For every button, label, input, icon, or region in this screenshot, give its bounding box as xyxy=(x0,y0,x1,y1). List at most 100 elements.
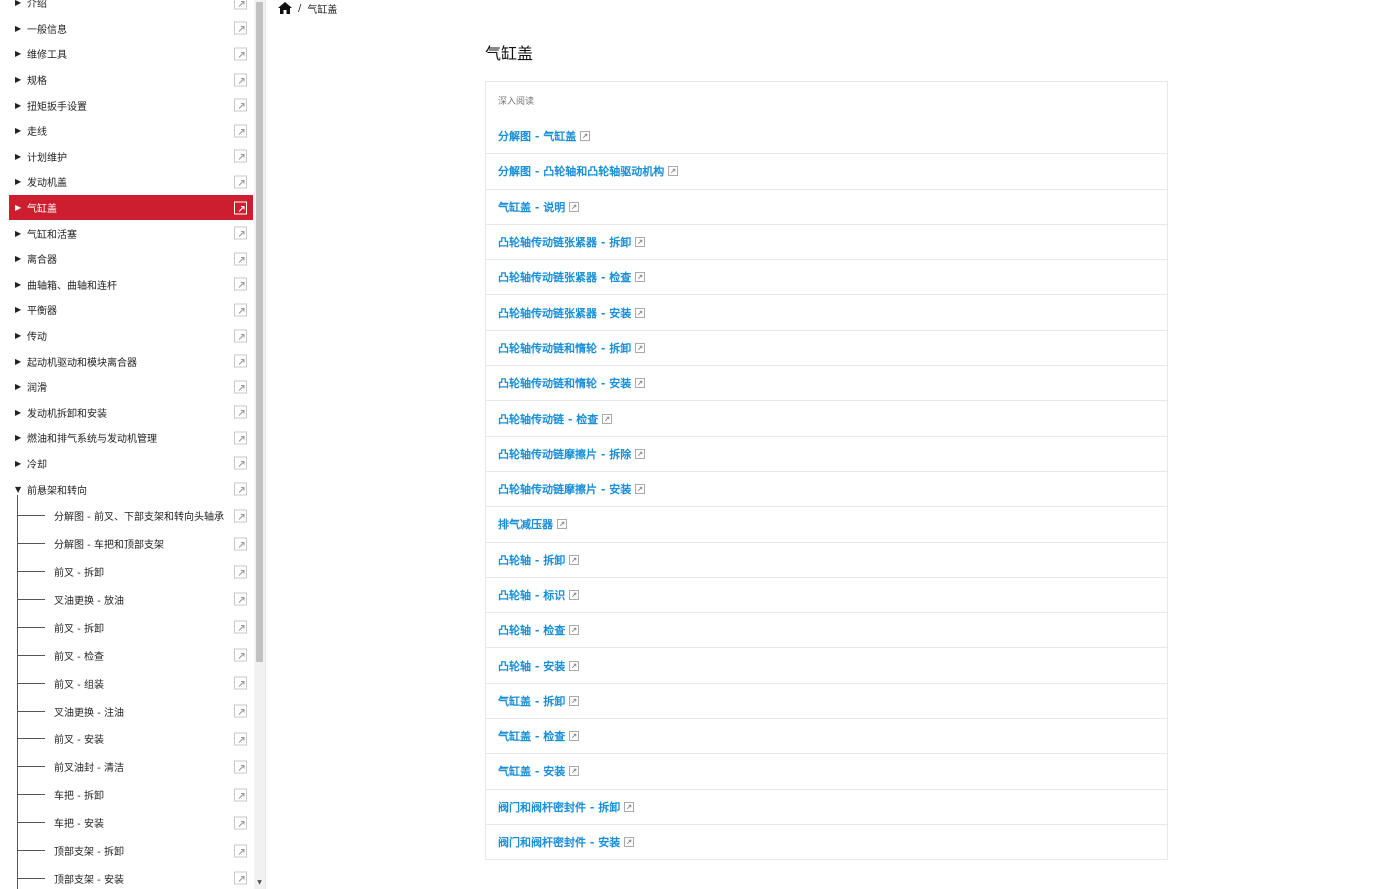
caret-right-icon[interactable]: ▶ xyxy=(9,331,21,340)
link-text[interactable]: 凸轮轴传动链和惰轮 - 安装 xyxy=(498,375,631,391)
caret-right-icon[interactable]: ▶ xyxy=(9,305,21,314)
sidebar-item[interactable]: ▶ 离合器 xyxy=(9,246,253,272)
external-link-icon[interactable] xyxy=(569,766,580,777)
external-link-icon[interactable] xyxy=(234,431,247,445)
further-reading-link[interactable]: 凸轮轴 - 拆卸 xyxy=(486,541,1167,577)
sidebar-child-item[interactable]: 前叉油封 - 清洁 xyxy=(9,753,253,781)
external-link-icon[interactable] xyxy=(580,130,591,141)
external-link-icon[interactable] xyxy=(668,166,679,177)
external-link-icon[interactable] xyxy=(234,21,247,35)
caret-right-icon[interactable]: ▶ xyxy=(9,229,21,238)
external-link-icon[interactable] xyxy=(234,0,247,10)
sidebar-item[interactable]: ▶ 走线 xyxy=(9,118,253,144)
sidebar-item[interactable]: ▶ 发动机盖 xyxy=(9,169,253,195)
external-link-icon[interactable] xyxy=(234,201,247,215)
scroll-down-arrow-icon[interactable]: ▼ xyxy=(256,879,263,887)
external-link-icon[interactable] xyxy=(234,329,247,343)
external-link-icon[interactable] xyxy=(234,98,247,112)
further-reading-link[interactable]: 凸轮轴传动链张紧器 - 安装 xyxy=(486,294,1167,329)
link-text[interactable]: 阀门和阀杆密封件 - 安装 xyxy=(498,834,620,850)
external-link-icon[interactable] xyxy=(635,448,646,459)
further-reading-link[interactable]: 凸轮轴传动链 - 检查 xyxy=(486,400,1167,435)
external-link-icon[interactable] xyxy=(569,201,580,212)
sidebar-child-item[interactable]: 顶部支架 - 安装 xyxy=(9,864,253,889)
sidebar-item[interactable]: ▶ 计划维护 xyxy=(9,144,253,170)
sidebar-item[interactable]: ▶ 曲轴箱、曲轴和连杆 xyxy=(9,272,253,298)
link-text[interactable]: 凸轮轴 - 检查 xyxy=(498,622,565,638)
sidebar-child-item[interactable]: 前叉 - 组装 xyxy=(9,669,253,697)
sidebar-item[interactable]: ▶ 润滑 xyxy=(9,374,253,400)
sidebar-child-item[interactable]: 分解图 - 车把和顶部支架 xyxy=(9,530,253,558)
external-link-icon[interactable] xyxy=(602,413,613,424)
external-link-icon[interactable] xyxy=(234,788,247,802)
external-link-icon[interactable] xyxy=(569,660,580,671)
sidebar-child-item[interactable]: 前叉 - 拆卸 xyxy=(9,613,253,641)
external-link-icon[interactable] xyxy=(234,871,247,885)
further-reading-link[interactable]: 凸轮轴 - 标识 xyxy=(486,576,1167,612)
sidebar-child-item[interactable]: 顶部支架 - 拆卸 xyxy=(9,837,253,865)
external-link-icon[interactable] xyxy=(234,482,247,496)
external-link-icon[interactable] xyxy=(234,816,247,830)
further-reading-link[interactable]: 凸轮轴 - 检查 xyxy=(486,612,1167,647)
link-text[interactable]: 气缸盖 - 说明 xyxy=(498,199,565,215)
caret-right-icon[interactable]: ▶ xyxy=(9,382,21,391)
further-reading-link[interactable]: 气缸盖 - 说明 xyxy=(486,188,1167,224)
sidebar-item[interactable]: ▶ 气缸和活塞 xyxy=(9,220,253,246)
link-text[interactable]: 凸轮轴传动链和惰轮 - 拆卸 xyxy=(498,340,631,356)
external-link-icon[interactable] xyxy=(234,509,247,523)
external-link-icon[interactable] xyxy=(234,648,247,662)
sidebar-child-item[interactable]: 前叉 - 安装 xyxy=(9,725,253,753)
external-link-icon[interactable] xyxy=(234,149,247,163)
external-link-icon[interactable] xyxy=(624,801,635,812)
external-link-icon[interactable] xyxy=(569,625,580,636)
sidebar-child-item[interactable]: 车把 - 拆卸 xyxy=(9,781,253,809)
external-link-icon[interactable] xyxy=(234,354,247,368)
sidebar-child-item[interactable]: 前叉 - 检查 xyxy=(9,641,253,669)
external-link-icon[interactable] xyxy=(635,378,646,389)
caret-right-icon[interactable]: ▶ xyxy=(9,101,21,110)
sidebar-item[interactable]: ▶ 起动机驱动和模块离合器 xyxy=(9,348,253,374)
sidebar-item[interactable]: ▶ 冷却 xyxy=(9,451,253,477)
sidebar-item[interactable]: ▶ 介绍 xyxy=(9,0,253,16)
sidebar-child-item[interactable]: 前叉 - 拆卸 xyxy=(9,558,253,586)
link-text[interactable]: 凸轮轴 - 标识 xyxy=(498,587,565,603)
external-link-icon[interactable] xyxy=(234,592,247,606)
caret-right-icon[interactable]: ▶ xyxy=(9,24,21,33)
further-reading-link[interactable]: 气缸盖 - 检查 xyxy=(486,718,1167,753)
caret-right-icon[interactable]: ▶ xyxy=(9,49,21,58)
sidebar-child-item[interactable]: 叉油更换 - 注油 xyxy=(9,697,253,725)
further-reading-link[interactable]: 凸轮轴传动链摩擦片 - 拆除 xyxy=(486,435,1167,471)
link-text[interactable]: 凸轮轴 - 拆卸 xyxy=(498,552,565,568)
external-link-icon[interactable] xyxy=(234,732,247,746)
sidebar-item[interactable]: ▶ 传动 xyxy=(9,323,253,349)
further-reading-link[interactable]: 分解图 - 凸轮轴和凸轮轴驱动机构 xyxy=(486,153,1167,188)
further-reading-link[interactable]: 凸轮轴传动链和惰轮 - 安装 xyxy=(486,365,1167,400)
further-reading-link[interactable]: 凸轮轴传动链摩擦片 - 安装 xyxy=(486,470,1167,506)
external-link-icon[interactable] xyxy=(234,73,247,87)
external-link-icon[interactable] xyxy=(234,565,247,579)
sidebar-item[interactable]: ▶ 扭矩扳手设置 xyxy=(9,92,253,118)
caret-right-icon[interactable]: ▶ xyxy=(9,254,21,263)
sidebar-child-item[interactable]: 叉油更换 - 放油 xyxy=(9,586,253,614)
further-reading-link[interactable]: 凸轮轴传动链张紧器 - 拆卸 xyxy=(486,223,1167,259)
sidebar-item[interactable]: ▶ 发动机拆卸和安装 xyxy=(9,400,253,426)
further-reading-link[interactable]: 凸轮轴 - 安装 xyxy=(486,647,1167,682)
external-link-icon[interactable] xyxy=(234,844,247,857)
further-reading-link[interactable]: 气缸盖 - 安装 xyxy=(486,753,1167,788)
sidebar-item[interactable]: ▶ 一般信息 xyxy=(9,16,253,42)
external-link-icon[interactable] xyxy=(635,484,646,495)
caret-right-icon[interactable]: ▶ xyxy=(9,152,21,161)
external-link-icon[interactable] xyxy=(234,47,247,61)
external-link-icon[interactable] xyxy=(569,695,580,706)
external-link-icon[interactable] xyxy=(624,837,635,848)
link-text[interactable]: 排气减压器 xyxy=(498,516,553,532)
sidebar-item[interactable]: ▶ 气缸盖 xyxy=(9,194,253,221)
external-link-icon[interactable] xyxy=(234,620,247,634)
link-text[interactable]: 气缸盖 - 检查 xyxy=(498,728,565,744)
link-text[interactable]: 凸轮轴传动链摩擦片 - 安装 xyxy=(498,481,631,497)
external-link-icon[interactable] xyxy=(234,760,247,774)
link-text[interactable]: 分解图 - 凸轮轴和凸轮轴驱动机构 xyxy=(498,163,664,179)
external-link-icon[interactable] xyxy=(234,456,247,470)
caret-down-icon[interactable]: ▼ xyxy=(9,485,21,494)
external-link-icon[interactable] xyxy=(234,277,247,291)
